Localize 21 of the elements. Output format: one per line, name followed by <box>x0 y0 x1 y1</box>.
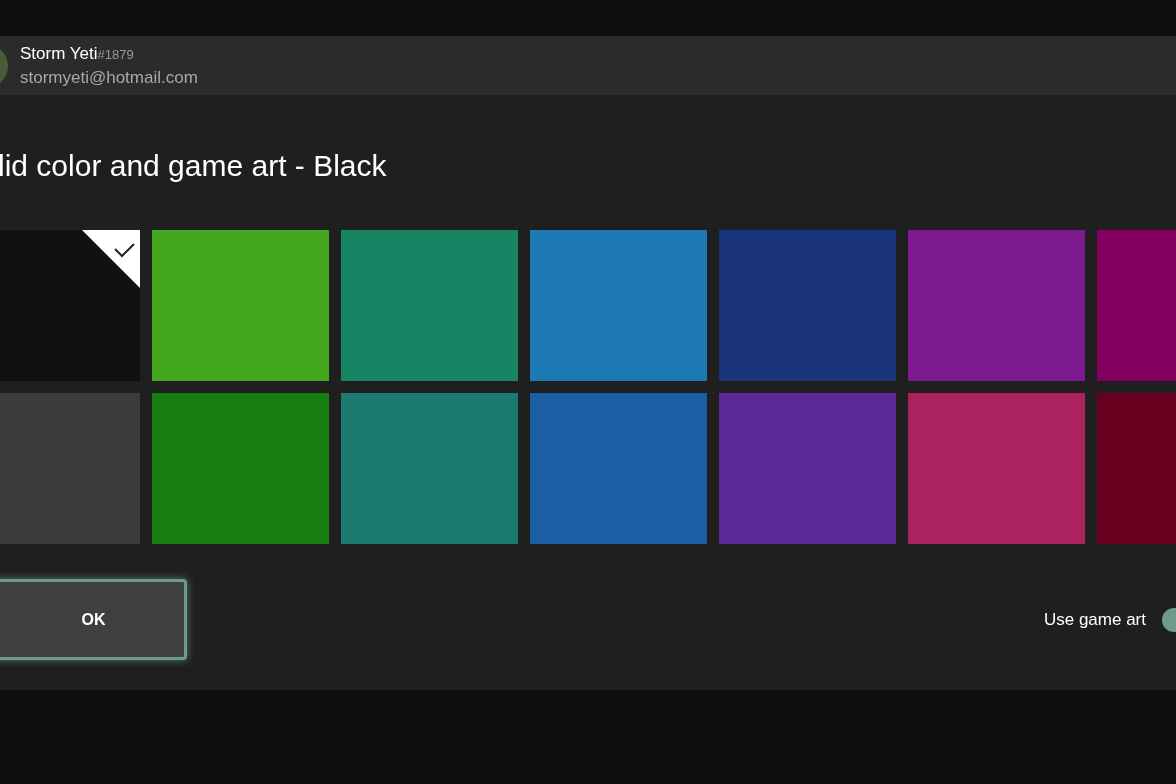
color-swatch[interactable] <box>719 393 896 544</box>
color-swatch[interactable] <box>908 230 1085 381</box>
game-art-label: Use game art <box>1043 608 1146 631</box>
gamertag-number: #1879 <box>97 47 134 64</box>
color-swatch[interactable] <box>530 230 707 381</box>
account-email: stormyeti@hotmail.com <box>20 66 198 88</box>
check-icon <box>82 230 140 288</box>
dialog-title: lid color and game art - Black <box>0 148 388 184</box>
color-swatch[interactable] <box>1097 393 1176 544</box>
color-swatch[interactable] <box>0 230 140 381</box>
color-swatch[interactable] <box>152 393 329 544</box>
color-swatch[interactable] <box>152 230 329 381</box>
color-swatch[interactable] <box>908 393 1085 544</box>
color-swatch[interactable] <box>530 393 707 544</box>
color-swatch[interactable] <box>0 393 140 544</box>
color-swatch[interactable] <box>1097 230 1176 381</box>
color-swatch[interactable] <box>341 393 518 544</box>
color-swatch[interactable] <box>719 230 896 381</box>
color-swatch[interactable] <box>341 230 518 381</box>
gamertag: Storm Yeti <box>20 43 98 65</box>
ok-button[interactable]: OK <box>0 579 187 660</box>
